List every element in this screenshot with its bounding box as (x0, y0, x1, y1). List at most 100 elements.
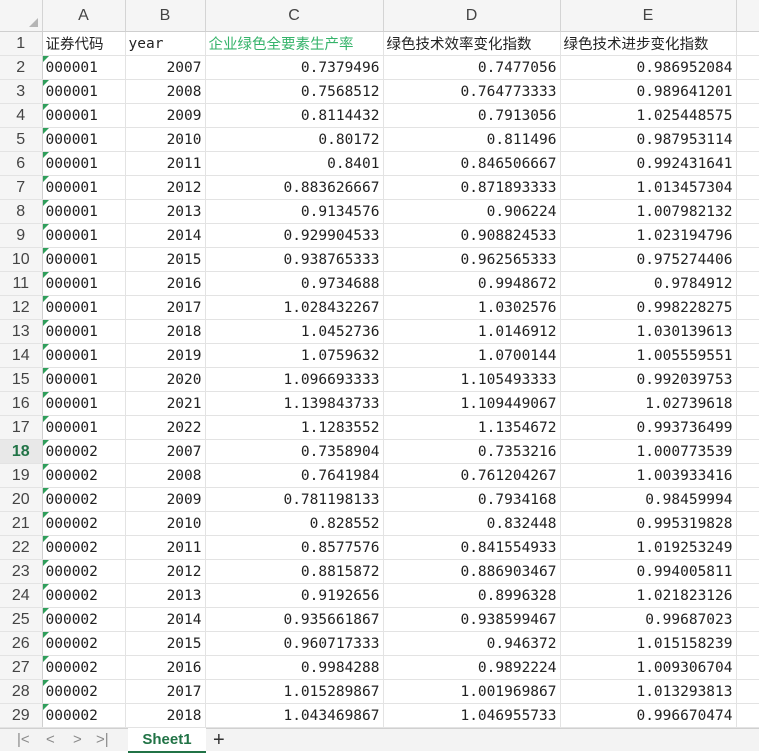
cell-green-tfp[interactable]: 0.960717333 (205, 631, 384, 656)
cell-security-code[interactable]: 000001 (42, 343, 126, 368)
cell-year[interactable]: 2016 (125, 655, 206, 680)
row-header[interactable]: 14 (0, 343, 43, 368)
cell-efficiency-index[interactable]: 0.946372 (383, 631, 561, 656)
cell-efficiency-index[interactable]: 0.7913056 (383, 103, 561, 128)
cell-security-code[interactable]: 000002 (42, 535, 126, 560)
cell-empty[interactable] (736, 199, 759, 224)
cell-efficiency-index[interactable]: 0.871893333 (383, 175, 561, 200)
cell-empty[interactable] (736, 463, 759, 488)
row-header[interactable]: 17 (0, 415, 43, 440)
cell-efficiency-index[interactable]: 0.908824533 (383, 223, 561, 248)
cell-efficiency-index[interactable]: 0.9892224 (383, 655, 561, 680)
cell-green-tfp[interactable]: 0.7358904 (205, 439, 384, 464)
row-header[interactable]: 27 (0, 655, 43, 680)
cell-security-code[interactable]: 000002 (42, 655, 126, 680)
column-header-f[interactable] (736, 0, 759, 32)
row-header[interactable]: 16 (0, 391, 43, 416)
cell-empty[interactable] (736, 367, 759, 392)
cell-year[interactable]: 2015 (125, 247, 206, 272)
cell-progress-index[interactable]: 1.025448575 (560, 103, 737, 128)
cell-efficiency-index[interactable]: 0.846506667 (383, 151, 561, 176)
row-header[interactable]: 18 (0, 439, 43, 464)
cell-progress-index[interactable]: 0.987953114 (560, 127, 737, 152)
cell-security-code[interactable]: 000002 (42, 463, 126, 488)
row-header[interactable]: 1 (0, 31, 43, 56)
cell-efficiency-index[interactable]: 1.109449067 (383, 391, 561, 416)
cell-progress-index[interactable]: 0.975274406 (560, 247, 737, 272)
cell-year[interactable]: 2012 (125, 559, 206, 584)
cell-year[interactable]: 2010 (125, 127, 206, 152)
cell-progress-index[interactable]: 0.98459994 (560, 487, 737, 512)
cell-c1-green-tfp[interactable]: 企业绿色全要素生产率 (205, 31, 384, 56)
cell-green-tfp[interactable]: 0.7379496 (205, 55, 384, 80)
cell-empty[interactable] (736, 631, 759, 656)
cell-green-tfp[interactable]: 0.781198133 (205, 487, 384, 512)
cell-security-code[interactable]: 000001 (42, 151, 126, 176)
cell-green-tfp[interactable]: 1.028432267 (205, 295, 384, 320)
cell-security-code[interactable]: 000002 (42, 607, 126, 632)
cell-progress-index[interactable]: 1.005559551 (560, 343, 737, 368)
cell-empty[interactable] (736, 583, 759, 608)
first-sheet-icon[interactable]: |< (17, 731, 30, 748)
cell-progress-index[interactable]: 1.019253249 (560, 535, 737, 560)
row-header[interactable]: 15 (0, 367, 43, 392)
cell-year[interactable]: 2007 (125, 439, 206, 464)
cell-green-tfp[interactable]: 0.828552 (205, 511, 384, 536)
row-header[interactable]: 3 (0, 79, 43, 104)
cell-efficiency-index[interactable]: 1.046955733 (383, 703, 561, 728)
column-header-a[interactable]: A (42, 0, 126, 32)
cell-green-tfp[interactable]: 1.0452736 (205, 319, 384, 344)
cell-e1-progress-index[interactable]: 绿色技术进步变化指数 (560, 31, 737, 56)
cell-empty[interactable] (736, 247, 759, 272)
cell-year[interactable]: 2011 (125, 151, 206, 176)
row-header[interactable]: 24 (0, 583, 43, 608)
cell-efficiency-index[interactable]: 0.9948672 (383, 271, 561, 296)
cell-green-tfp[interactable]: 1.043469867 (205, 703, 384, 728)
cell-progress-index[interactable]: 1.023194796 (560, 223, 737, 248)
cell-green-tfp[interactable]: 0.883626667 (205, 175, 384, 200)
row-header[interactable]: 10 (0, 247, 43, 272)
cell-year[interactable]: 2016 (125, 271, 206, 296)
cell-security-code[interactable]: 000001 (42, 79, 126, 104)
cell-d1-efficiency-index[interactable]: 绿色技术效率变化指数 (383, 31, 561, 56)
cell-efficiency-index[interactable]: 0.962565333 (383, 247, 561, 272)
next-sheet-icon[interactable]: > (73, 731, 82, 748)
cell-empty[interactable] (736, 79, 759, 104)
cell-empty[interactable] (736, 535, 759, 560)
cell-green-tfp[interactable]: 0.8114432 (205, 103, 384, 128)
row-header[interactable]: 8 (0, 199, 43, 224)
add-sheet-icon[interactable]: + (213, 729, 225, 752)
cell-progress-index[interactable]: 1.000773539 (560, 439, 737, 464)
cell-green-tfp[interactable]: 0.8815872 (205, 559, 384, 584)
row-header[interactable]: 4 (0, 103, 43, 128)
cell-green-tfp[interactable]: 0.8577576 (205, 535, 384, 560)
cell-green-tfp[interactable]: 0.935661867 (205, 607, 384, 632)
cell-empty[interactable] (736, 511, 759, 536)
cell-empty[interactable] (736, 319, 759, 344)
cell-security-code[interactable]: 000001 (42, 319, 126, 344)
prev-sheet-icon[interactable]: < (46, 731, 55, 748)
cell-efficiency-index[interactable]: 0.761204267 (383, 463, 561, 488)
column-header-b[interactable]: B (125, 0, 206, 32)
cell-efficiency-index[interactable]: 0.811496 (383, 127, 561, 152)
cell-progress-index[interactable]: 1.007982132 (560, 199, 737, 224)
cell-security-code[interactable]: 000001 (42, 367, 126, 392)
cell-efficiency-index[interactable]: 0.7353216 (383, 439, 561, 464)
cell-security-code[interactable]: 000001 (42, 295, 126, 320)
cell-year[interactable]: 2019 (125, 343, 206, 368)
cell-year[interactable]: 2017 (125, 295, 206, 320)
cell-efficiency-index[interactable]: 0.841554933 (383, 535, 561, 560)
cell-progress-index[interactable]: 1.009306704 (560, 655, 737, 680)
row-header[interactable]: 5 (0, 127, 43, 152)
cell-progress-index[interactable]: 1.02739618 (560, 391, 737, 416)
row-header[interactable]: 13 (0, 319, 43, 344)
cell-efficiency-index[interactable]: 0.938599467 (383, 607, 561, 632)
cell-progress-index[interactable]: 0.9784912 (560, 271, 737, 296)
cell-progress-index[interactable]: 0.992431641 (560, 151, 737, 176)
cell-empty[interactable] (736, 415, 759, 440)
cell-security-code[interactable]: 000001 (42, 55, 126, 80)
sheet-tab-sheet1[interactable]: Sheet1 (128, 728, 206, 753)
cell-empty[interactable] (736, 655, 759, 680)
cell-empty[interactable] (736, 679, 759, 704)
cell-progress-index[interactable]: 1.013293813 (560, 679, 737, 704)
